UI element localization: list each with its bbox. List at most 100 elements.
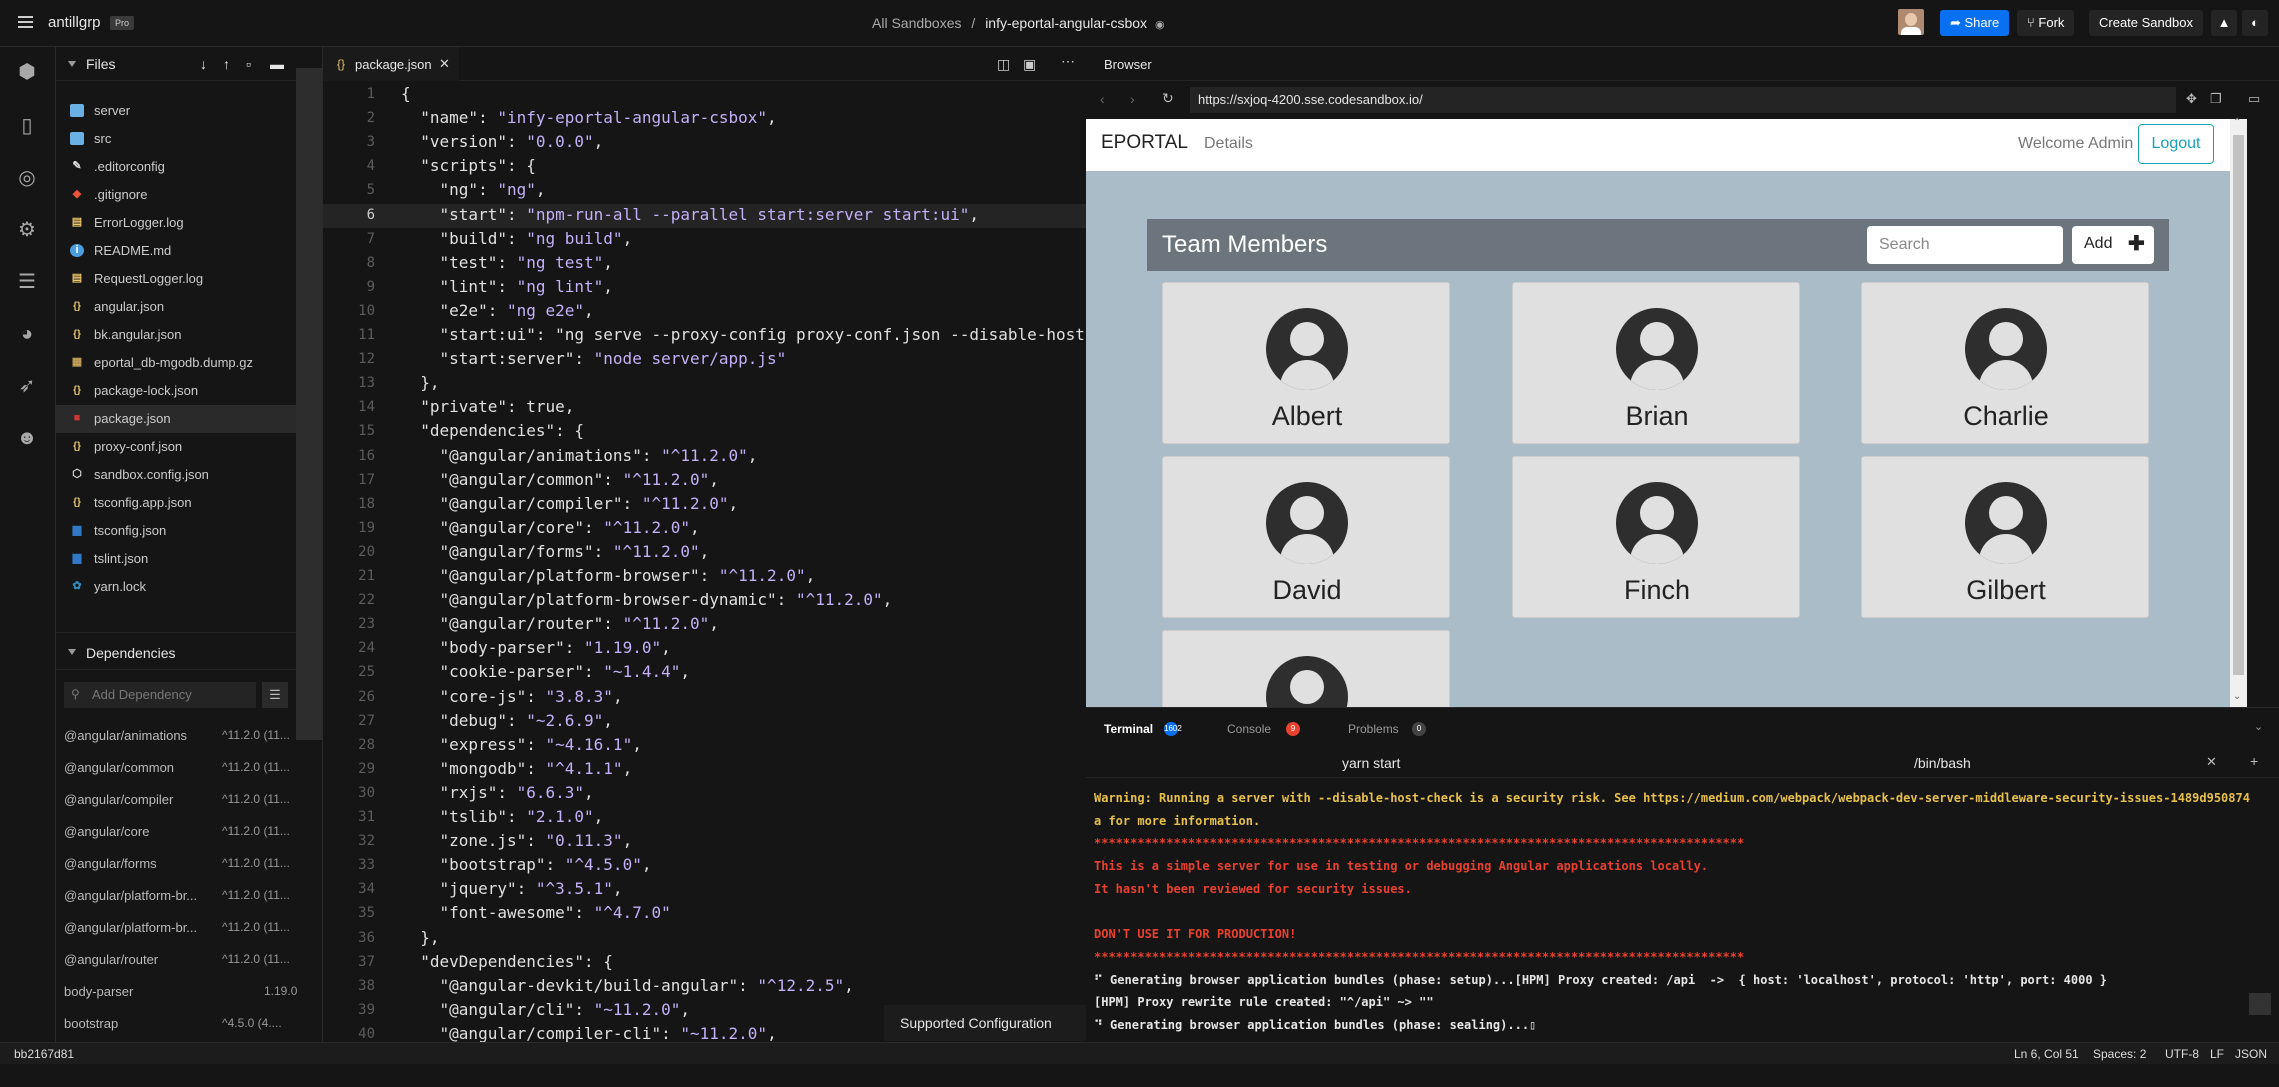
scrollbar-thumb[interactable] [2233,135,2244,675]
close-icon[interactable]: ✕ [439,56,450,72]
file-item[interactable]: ■ package.json [56,405,296,433]
nav-details-link[interactable]: Details [1204,135,1253,153]
chevron-down-icon[interactable]: ⌄ [2254,720,2263,733]
close-icon[interactable]: ✕ [2206,754,2217,770]
file-item[interactable]: ▆ tslint.json [56,545,296,573]
dependency-item[interactable]: @angular/router ^11.2.0 (11... [64,944,304,976]
file-item[interactable]: {} angular.json [56,293,296,321]
file-item[interactable]: {} proxy-conf.json [56,433,296,461]
share-button[interactable]: ➦ Share [1940,10,2010,36]
code-area[interactable]: 1{2 "name": "infy-eportal-angular-csbox"… [323,83,1087,1043]
file-item[interactable]: ▦ eportal_db-mgodb.dump.gz [56,349,296,377]
logout-button[interactable]: Logout [2138,124,2214,164]
explorer-scrollbar[interactable] [296,68,322,740]
tab-terminal[interactable]: Terminal [1104,722,1153,736]
files-header[interactable]: Files ↓ ↑ ▫ ▬ [56,47,322,81]
supported-configuration-button[interactable]: Supported Configuration [884,1005,1086,1041]
app-brand[interactable]: EPORTAL [1101,132,1188,154]
member-card[interactable]: Charlie [1861,282,2149,444]
file-item[interactable]: ◆ .gitignore [56,181,296,209]
member-card[interactable]: Gilbert [1861,456,2149,618]
layout-icon[interactable]: ▭ [2248,91,2260,107]
indentation[interactable]: Spaces: 2 [2093,1047,2146,1061]
sandbox-info-icon[interactable]: ⬢ [14,59,40,85]
org-name[interactable]: antillgrp [48,14,101,31]
preview-scrollbar[interactable]: ⌃ ⌄ [2230,117,2247,707]
new-file-icon[interactable]: ▫ [246,56,251,72]
line-number: 37 [358,953,375,970]
create-sandbox-button[interactable]: Create Sandbox [2089,10,2203,36]
file-item[interactable]: {} tsconfig.app.json [56,489,296,517]
back-icon[interactable]: ‹ [1100,91,1105,107]
upload-icon[interactable]: ↑ [223,56,230,72]
file-item[interactable]: ▤ RequestLogger.log [56,265,296,293]
user-menu-icon[interactable]: ◐ [2242,10,2268,36]
explorer-icon[interactable]: ▯ [14,113,40,139]
dependency-item[interactable]: @angular/core ^11.2.0 (11... [64,816,304,848]
preview-icon[interactable]: ▣ [1023,56,1036,73]
file-item[interactable]: ▤ ErrorLogger.log [56,209,296,237]
member-card[interactable]: Brian [1512,282,1800,444]
fork-button[interactable]: ⑂ Fork [2017,10,2075,36]
live-icon[interactable]: ☻ [14,425,40,451]
more-icon[interactable]: ⋯ [1061,53,1075,70]
breadcrumb-all-sandboxes[interactable]: All Sandboxes [872,15,962,31]
member-card[interactable] [1162,630,1450,707]
file-item[interactable]: server [56,97,296,125]
bell-icon[interactable]: ▲ [2211,10,2237,36]
file-item[interactable]: ⬡ sandbox.config.json [56,461,296,489]
search-icon[interactable]: ◎ [14,165,40,191]
session-yarn-start[interactable]: yarn start [1342,755,1400,771]
list-icon[interactable]: ☰ [262,682,288,708]
new-window-icon[interactable]: ❐ [2210,91,2222,107]
dependency-item[interactable]: @angular/platform-br... ^11.2.0 (11... [64,912,304,944]
url-input[interactable]: https://sxjoq-4200.sse.codesandbox.io/ [1190,87,2176,113]
server-icon[interactable]: ☰ [14,269,40,295]
refresh-icon[interactable]: ↻ [1162,90,1174,107]
deploy-icon[interactable]: ➶ [14,373,40,399]
github-icon[interactable]: ◕ [14,321,40,347]
file-item[interactable]: {} bk.angular.json [56,321,296,349]
cursor-position[interactable]: Ln 6, Col 51 [2014,1047,2079,1061]
responsive-icon[interactable]: ✥ [2186,91,2197,107]
dependency-item[interactable]: @angular/common ^11.2.0 (11... [64,752,304,784]
member-card[interactable]: Finch [1512,456,1800,618]
scroll-down-icon[interactable]: ⌄ [2233,691,2241,702]
file-item[interactable]: i README.md [56,237,296,265]
session-bash[interactable]: /bin/bash [1914,755,1971,771]
file-item[interactable]: ✿ yarn.lock [56,573,296,601]
split-view-icon[interactable]: ◫ [997,56,1010,73]
settings-icon[interactable]: ⚙ [14,217,40,243]
scroll-up-icon[interactable]: ⌃ [2233,117,2241,128]
search-input[interactable]: Search [1867,226,2063,264]
file-item[interactable]: {} package-lock.json [56,377,296,405]
dependencies-header[interactable]: Dependencies [56,632,322,670]
line-ending[interactable]: LF [2210,1047,2224,1061]
collapse-icon[interactable]: ↓ [200,56,207,72]
dependency-item[interactable]: bootstrap ^4.5.0 (4.... [64,1008,304,1040]
forward-icon[interactable]: › [1130,91,1135,107]
language-mode[interactable]: JSON [2235,1047,2267,1061]
avatar[interactable] [1898,9,1924,35]
add-button[interactable]: Add ✚ [2072,226,2154,264]
file-item[interactable]: ▆ tsconfig.json [56,517,296,545]
member-card[interactable]: Albert [1162,282,1450,444]
new-folder-icon[interactable]: ▬ [270,56,284,72]
dependency-item[interactable]: body-parser 1.19.0 [64,976,304,1008]
dependency-item[interactable]: @angular/forms ^11.2.0 (11... [64,848,304,880]
dependency-item[interactable]: @angular/animations ^11.2.0 (11... [64,720,304,752]
dependency-item[interactable]: @angular/compiler ^11.2.0 (11... [64,784,304,816]
terminal-scrollbar[interactable] [2249,993,2271,1015]
add-dependency-input[interactable]: Add Dependency [64,682,256,708]
add-icon[interactable]: + [2250,753,2258,769]
sandbox-name[interactable]: infy-eportal-angular-csbox [985,15,1147,31]
dependency-item[interactable]: @angular/platform-br... ^11.2.0 (11... [64,880,304,912]
tab-console[interactable]: Console [1227,722,1271,736]
menu-icon[interactable] [18,16,33,28]
tab-problems[interactable]: Problems [1348,722,1399,736]
tab-package-json[interactable]: {} package.json ✕ [323,47,459,81]
encoding[interactable]: UTF-8 [2165,1047,2199,1061]
file-item[interactable]: src [56,125,296,153]
member-card[interactable]: David [1162,456,1450,618]
file-item[interactable]: ✎ .editorconfig [56,153,296,181]
